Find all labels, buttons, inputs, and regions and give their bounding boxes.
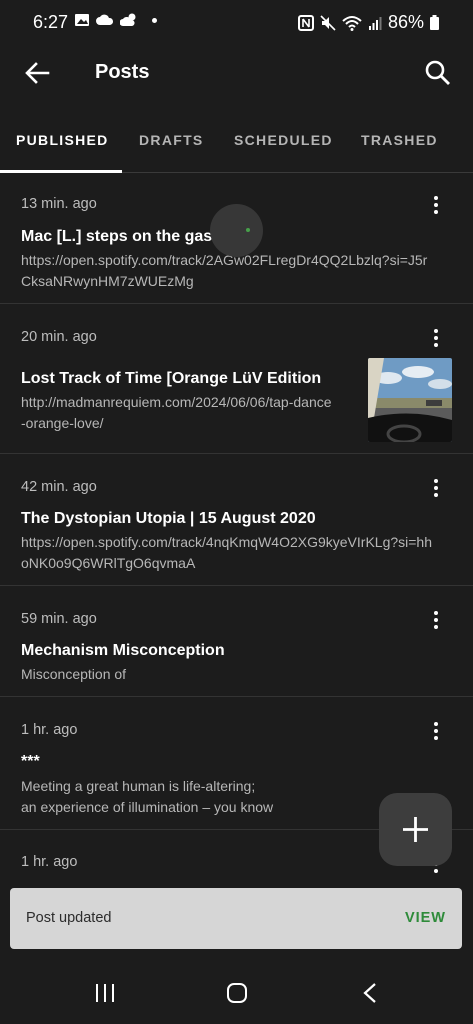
more-options-icon[interactable]	[433, 326, 439, 350]
post-excerpt-line: Meeting a great human is life-altering;	[21, 778, 256, 794]
post-title: Lost Track of Time [Orange LüV Edition	[21, 370, 322, 387]
post-time: 20 min. ago	[21, 329, 97, 345]
post-excerpt: https://open.spotify.com/track/2AGw02FLr…	[21, 252, 428, 289]
notification-dot-icon	[152, 17, 157, 23]
more-options-icon[interactable]	[433, 608, 439, 632]
tab-drafts[interactable]: DRAFTS	[139, 132, 204, 148]
snackbar: Post updated VIEW	[10, 888, 462, 949]
add-post-button[interactable]	[379, 793, 452, 866]
page-title: Posts	[95, 61, 150, 83]
post-title: ***	[21, 753, 40, 770]
search-icon[interactable]	[423, 58, 453, 88]
signal-icon	[368, 16, 382, 30]
post-title: Mac [L.] steps on the gas	[21, 228, 213, 245]
mute-icon	[320, 14, 336, 31]
back-arrow-icon[interactable]	[22, 58, 52, 88]
plus-icon	[403, 817, 428, 842]
post-thumbnail	[368, 358, 452, 442]
system-nav-bar	[0, 960, 473, 1024]
car-windshield-image	[368, 358, 452, 442]
battery-icon	[430, 15, 439, 30]
post-time: 1 hr. ago	[21, 722, 78, 738]
back-nav-icon[interactable]	[362, 982, 378, 1004]
status-time: 6:27	[33, 12, 69, 32]
post-item[interactable]: 42 min. ago The Dystopian Utopia | 15 Au…	[0, 454, 473, 586]
status-bar: 6:27 86%	[0, 0, 473, 46]
post-excerpt: Misconception of	[21, 666, 127, 682]
post-title: The Dystopian Utopia | 15 August 2020	[21, 510, 316, 527]
tab-bar: PUBLISHED DRAFTS SCHEDULED TRASHED	[0, 120, 473, 173]
nfc-icon	[297, 14, 314, 31]
weather-icon	[120, 13, 136, 26]
post-time: 13 min. ago	[21, 196, 97, 212]
tab-scheduled[interactable]: SCHEDULED	[234, 132, 333, 148]
post-time: 42 min. ago	[21, 479, 97, 495]
post-time: 1 hr. ago	[21, 854, 78, 870]
more-options-icon[interactable]	[433, 193, 439, 217]
snackbar-view-button[interactable]: VIEW	[405, 910, 446, 926]
post-title: Mechanism Misconception	[21, 642, 225, 659]
app-bar: Posts	[0, 46, 473, 102]
tab-trashed[interactable]: TRASHED	[361, 132, 438, 148]
wifi-icon	[342, 15, 362, 31]
post-excerpt-line: an experience of illumination – you know	[21, 799, 274, 815]
post-item[interactable]: 20 min. ago Lost Track of Time [Orange L…	[0, 304, 473, 454]
post-excerpt: http://madmanrequiem.com/2024/06/06/tap-…	[21, 394, 332, 431]
post-time: 59 min. ago	[21, 611, 97, 627]
cloud-icon	[96, 14, 114, 25]
gallery-icon	[75, 14, 89, 26]
snackbar-message: Post updated	[26, 910, 112, 926]
post-excerpt: https://open.spotify.com/track/4nqKmqW4O…	[21, 534, 432, 571]
touch-indicator	[210, 204, 263, 257]
battery-percent: 86%	[387, 12, 424, 32]
post-item[interactable]: 59 min. ago Mechanism Misconception Misc…	[0, 586, 473, 697]
recent-apps-icon[interactable]	[94, 982, 116, 1004]
home-icon[interactable]	[226, 982, 248, 1004]
tab-published[interactable]: PUBLISHED	[16, 132, 109, 148]
more-options-icon[interactable]	[433, 476, 439, 500]
more-options-icon[interactable]	[433, 719, 439, 743]
